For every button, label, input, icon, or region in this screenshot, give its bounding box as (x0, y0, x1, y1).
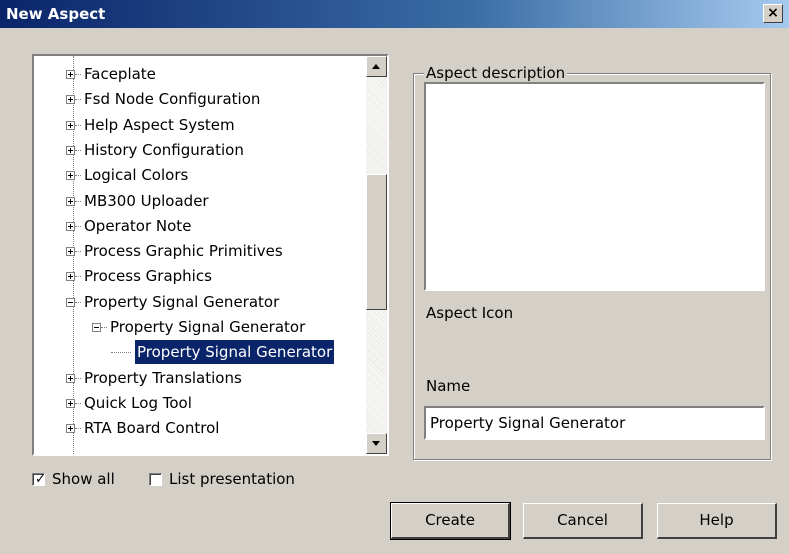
collapse-icon[interactable] (92, 323, 101, 332)
tree-item-label: Operator Note (84, 216, 192, 235)
title-bar: New Aspect × (0, 0, 789, 28)
tree-item-label: RTA Board Control (84, 419, 220, 438)
collapse-icon[interactable] (66, 297, 75, 307)
name-field[interactable]: Property Signal Generator (424, 406, 765, 440)
tree-item-label: Help Aspect System (84, 115, 235, 134)
list-presentation-label[interactable]: List presentation (169, 470, 295, 488)
expand-icon[interactable] (66, 424, 75, 434)
tree-item-label: Process Graphics (84, 267, 212, 286)
help-button[interactable]: Help (657, 503, 777, 539)
expand-icon[interactable] (66, 171, 75, 181)
arrow-up-icon (372, 64, 380, 69)
tree-item-label: MB300 Uploader (84, 191, 209, 210)
show-all-checkbox[interactable]: ✓ (32, 472, 46, 487)
scroll-down-button[interactable] (366, 433, 387, 454)
expand-icon[interactable] (66, 373, 75, 383)
scroll-thumb[interactable] (366, 174, 387, 310)
window-title: New Aspect (6, 5, 106, 23)
expand-icon[interactable] (66, 70, 75, 79)
checkmark-icon: ✓ (35, 472, 46, 487)
aspect-icon-label: Aspect Icon (426, 304, 514, 322)
tree-item-label: Property Signal Generator (110, 318, 306, 336)
vertical-scrollbar[interactable] (366, 56, 387, 454)
tree-item-label: Faceplate (84, 65, 156, 83)
tree-item-label: Property Signal Generator (84, 292, 280, 311)
create-button[interactable]: Create (390, 502, 511, 540)
close-icon: × (767, 5, 779, 21)
expand-icon[interactable] (66, 272, 75, 282)
scroll-up-button[interactable] (366, 56, 387, 77)
arrow-down-icon (372, 441, 380, 446)
aspect-tree[interactable]: Faceplate Fsd Node Configuration Help Aspe… (32, 54, 389, 456)
tree-item-label: Process Graphic Primitives (84, 242, 283, 261)
tree-list: Faceplate Fsd Node Configuration Help Aspe… (34, 56, 366, 454)
tree-item-label: Logical Colors (84, 166, 189, 185)
show-all-label[interactable]: Show all (52, 470, 115, 488)
expand-icon[interactable] (66, 145, 75, 155)
tree-item-label: Quick Log Tool (84, 393, 192, 412)
aspect-description-box[interactable] (424, 82, 765, 291)
expand-icon[interactable] (66, 398, 75, 408)
tree-item-label: Property Translations (84, 368, 242, 387)
tree-item-label: History Configuration (84, 140, 244, 159)
expand-icon[interactable] (66, 247, 75, 257)
expand-icon[interactable] (66, 196, 75, 206)
name-label: Name (426, 377, 471, 395)
list-presentation-checkbox[interactable] (149, 473, 162, 486)
tree-item-label: Fsd Node Configuration (84, 90, 261, 109)
expand-icon[interactable] (66, 120, 75, 130)
cancel-button[interactable]: Cancel (523, 503, 643, 539)
tree-item-label: Property Signal Generator (135, 340, 335, 365)
expand-icon[interactable] (66, 221, 75, 231)
expand-icon[interactable] (66, 95, 75, 105)
close-button[interactable]: × (763, 4, 783, 23)
aspect-description-label: Aspect description (424, 64, 568, 82)
